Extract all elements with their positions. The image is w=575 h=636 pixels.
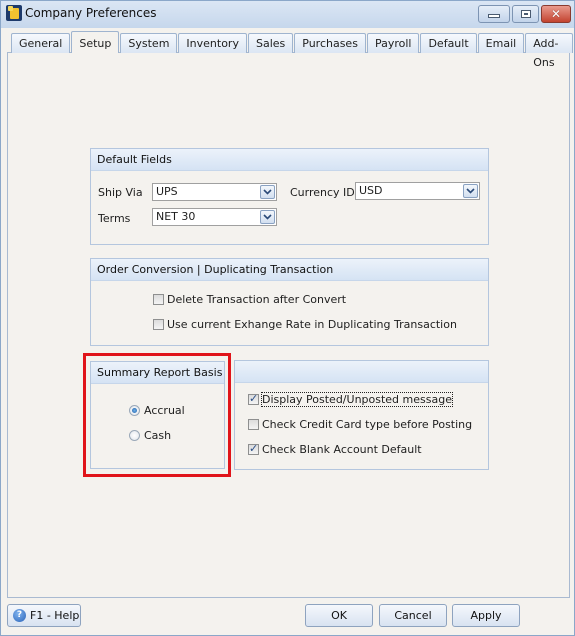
- currency-id-select[interactable]: USD: [355, 182, 480, 200]
- delete-transaction-label: Delete Transaction after Convert: [167, 293, 347, 306]
- check-credit-card-type-option[interactable]: Check Credit Card type before Posting: [248, 418, 472, 431]
- check-credit-card-type-checkbox[interactable]: [248, 419, 259, 430]
- currency-id-label: Currency ID: [290, 186, 355, 199]
- display-posted-unposted-label: Display Posted/Unposted message: [261, 392, 453, 407]
- check-blank-account-default-checkbox[interactable]: [248, 442, 259, 455]
- cash-radio[interactable]: [129, 430, 140, 441]
- tab-purchases[interactable]: Purchases: [294, 33, 366, 53]
- maximize-icon: [520, 10, 531, 18]
- display-posted-unposted-option[interactable]: Display Posted/Unposted message: [248, 392, 453, 407]
- check-blank-account-default-label: Check Blank Account Default: [262, 443, 422, 456]
- ship-via-value: UPS: [156, 185, 178, 198]
- close-button[interactable]: ✕: [541, 5, 571, 23]
- chevron-down-icon[interactable]: [260, 185, 275, 199]
- tab-sales[interactable]: Sales: [247, 33, 294, 53]
- ship-via-label: Ship Via: [98, 186, 143, 199]
- chevron-down-icon[interactable]: [260, 210, 275, 224]
- app-icon: [6, 5, 22, 21]
- company-preferences-window: Company Preferences ✕ General Setup Syst…: [0, 0, 575, 636]
- chevron-down-icon[interactable]: [463, 184, 478, 198]
- apply-button[interactable]: Apply: [452, 604, 520, 627]
- display-posted-unposted-checkbox[interactable]: [248, 392, 259, 405]
- title-bar[interactable]: Company Preferences ✕: [1, 1, 574, 28]
- tab-inventory[interactable]: Inventory: [178, 33, 247, 53]
- window-title: Company Preferences: [25, 6, 157, 20]
- accrual-radio[interactable]: [129, 405, 140, 416]
- maximize-button[interactable]: [512, 5, 539, 23]
- order-conversion-header: Order Conversion | Duplicating Transacti…: [91, 259, 488, 281]
- help-icon: ?: [13, 609, 26, 622]
- summary-report-basis-header: Summary Report Basis: [91, 362, 224, 384]
- cash-option[interactable]: Cash: [129, 429, 171, 442]
- check-blank-account-default-option[interactable]: Check Blank Account Default: [248, 442, 422, 456]
- minimize-icon: [488, 14, 500, 18]
- currency-id-value: USD: [359, 184, 383, 197]
- ok-button[interactable]: OK: [305, 604, 373, 627]
- accrual-option[interactable]: Accrual: [129, 404, 185, 417]
- accrual-label: Accrual: [144, 404, 185, 417]
- help-button-label: F1 - Help: [30, 609, 80, 622]
- posting-options-header: [235, 361, 488, 383]
- tab-setup[interactable]: Setup: [71, 31, 120, 53]
- tab-default[interactable]: Default: [420, 33, 477, 53]
- use-current-exchange-rate-label: Use current Exhange Rate in Duplicating …: [167, 318, 457, 331]
- delete-transaction-checkbox[interactable]: [153, 294, 164, 305]
- tab-bar: General Setup System Inventory Sales Pur…: [11, 31, 574, 69]
- ship-via-select[interactable]: UPS: [152, 183, 277, 201]
- minimize-button[interactable]: [478, 5, 510, 23]
- cash-label: Cash: [144, 429, 172, 442]
- terms-value: NET 30: [156, 210, 196, 223]
- terms-select[interactable]: NET 30: [152, 208, 277, 226]
- default-fields-header: Default Fields: [91, 149, 488, 171]
- use-current-exchange-rate-option[interactable]: Use current Exhange Rate in Duplicating …: [153, 318, 457, 331]
- delete-transaction-after-convert-option[interactable]: Delete Transaction after Convert: [153, 293, 346, 306]
- use-current-exchange-rate-checkbox[interactable]: [153, 319, 164, 330]
- tab-email[interactable]: Email: [477, 33, 525, 53]
- close-icon: ✕: [550, 7, 562, 21]
- tab-payroll[interactable]: Payroll: [366, 33, 420, 53]
- tab-general[interactable]: General: [11, 33, 71, 53]
- check-credit-card-type-label: Check Credit Card type before Posting: [262, 418, 473, 431]
- help-button[interactable]: ? F1 - Help: [7, 604, 81, 627]
- cancel-button[interactable]: Cancel: [379, 604, 447, 627]
- tab-add-ons[interactable]: Add-Ons: [525, 33, 573, 69]
- terms-label: Terms: [98, 212, 131, 225]
- tab-system[interactable]: System: [120, 33, 178, 53]
